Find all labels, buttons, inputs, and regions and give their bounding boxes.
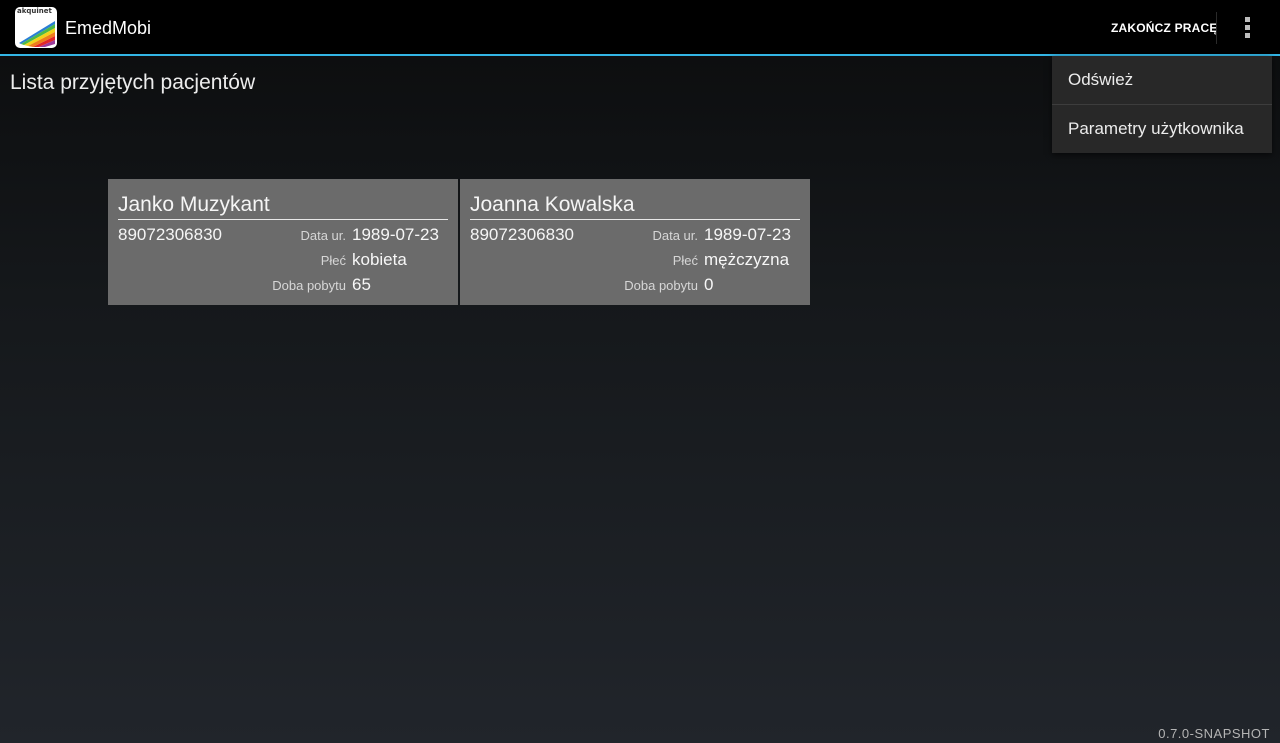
rainbow-logo-graphic <box>19 21 55 47</box>
patient-card[interactable]: Janko Muzykant 89072306830 Data ur. 1989… <box>108 179 458 305</box>
name-divider <box>118 219 448 220</box>
stay-day-label: Doba pobytu <box>272 278 346 293</box>
birth-date-label: Data ur. <box>652 228 698 243</box>
stay-day-label: Doba pobytu <box>624 278 698 293</box>
menu-item-refresh[interactable]: Odśwież <box>1052 56 1272 104</box>
overflow-menu-icon[interactable] <box>1238 14 1258 42</box>
sex-label: Płeć <box>672 253 698 268</box>
end-work-button[interactable]: ZAKOŃCZ PRACĘ <box>1111 21 1218 35</box>
page-title: Lista przyjętych pacjentów <box>10 71 256 94</box>
birth-date-label: Data ur. <box>300 228 346 243</box>
patient-card[interactable]: Joanna Kowalska 89072306830 Data ur. 198… <box>460 179 810 305</box>
birth-date-row: Data ur. 1989-07-23 <box>460 225 800 245</box>
birth-date-value: 1989-07-23 <box>352 225 439 244</box>
app-title: EmedMobi <box>65 18 152 38</box>
overflow-menu: Odśwież Parametry użytkownika <box>1052 56 1272 153</box>
sex-value: kobieta <box>352 250 407 269</box>
stay-day-value: 0 <box>704 275 714 294</box>
sex-row: Płeć mężczyzna <box>460 250 800 270</box>
overflow-dot <box>1245 33 1250 38</box>
birth-date-value: 1989-07-23 <box>704 225 791 244</box>
birth-date-row: Data ur. 1989-07-23 <box>108 225 448 245</box>
action-bar: akquinet EmedMobi ZAKOŃCZ PRACĘ <box>0 0 1280 56</box>
overflow-dot <box>1245 17 1250 22</box>
stay-day-value: 65 <box>352 275 371 294</box>
app-logo-icon[interactable]: akquinet <box>15 7 57 48</box>
sex-label: Płeć <box>320 253 346 268</box>
stay-day-row: Doba pobytu 0 <box>460 275 800 295</box>
sex-value: mężczyzna <box>704 250 790 269</box>
overflow-dot <box>1245 25 1250 30</box>
stay-day-row: Doba pobytu 65 <box>108 275 448 295</box>
sex-row: Płeć kobieta <box>108 250 448 270</box>
name-divider <box>470 219 800 220</box>
action-divider <box>1216 12 1217 44</box>
patient-name: Janko Muzykant <box>118 193 270 216</box>
menu-item-user-settings[interactable]: Parametry użytkownika <box>1052 105 1272 153</box>
patient-name: Joanna Kowalska <box>470 193 635 216</box>
version-label: 0.7.0-SNAPSHOT <box>1158 726 1270 741</box>
